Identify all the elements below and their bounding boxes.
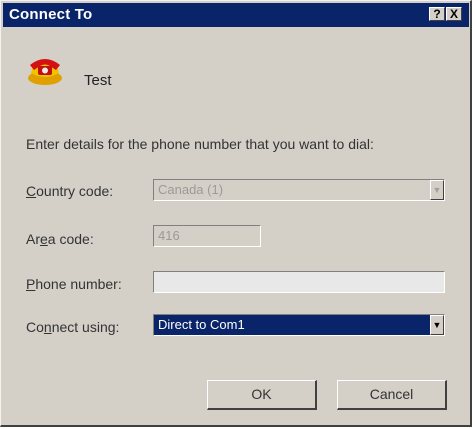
- chevron-down-icon: ▼: [432, 185, 442, 195]
- phone-number-input[interactable]: [153, 271, 445, 293]
- area-code-value: 416: [158, 228, 180, 243]
- ok-button[interactable]: OK: [207, 380, 317, 410]
- cancel-button[interactable]: Cancel: [337, 380, 447, 410]
- connection-name: Test: [84, 72, 112, 89]
- country-code-dropdown-button[interactable]: ▼: [430, 180, 444, 200]
- instructions-text: Enter details for the phone number that …: [26, 136, 374, 152]
- country-code-select[interactable]: Canada (1): [153, 179, 445, 201]
- phone-number-label: Phone number:: [26, 276, 122, 292]
- window-title: Connect To: [9, 6, 93, 23]
- close-button[interactable]: X: [446, 7, 462, 21]
- connect-using-label: Connect using:: [26, 319, 120, 335]
- title-bar[interactable]: Connect To ? X: [3, 3, 469, 27]
- close-icon: X: [449, 7, 458, 21]
- connect-to-dialog: Connect To ? X Test Enter details for th…: [0, 0, 472, 427]
- connect-using-dropdown-button[interactable]: ▼: [430, 315, 444, 335]
- country-code-label: Country code:: [26, 183, 114, 199]
- help-button[interactable]: ?: [429, 7, 445, 21]
- red-telephone-icon: [28, 59, 62, 85]
- country-code-value: Canada (1): [158, 182, 224, 197]
- chevron-down-icon: ▼: [432, 320, 442, 330]
- area-code-input[interactable]: 416: [153, 225, 261, 247]
- connect-using-value: Direct to Com1: [158, 317, 245, 332]
- area-code-label: Area code:: [26, 231, 94, 247]
- connect-using-select[interactable]: Direct to Com1: [153, 314, 445, 336]
- help-icon: ?: [433, 7, 441, 21]
